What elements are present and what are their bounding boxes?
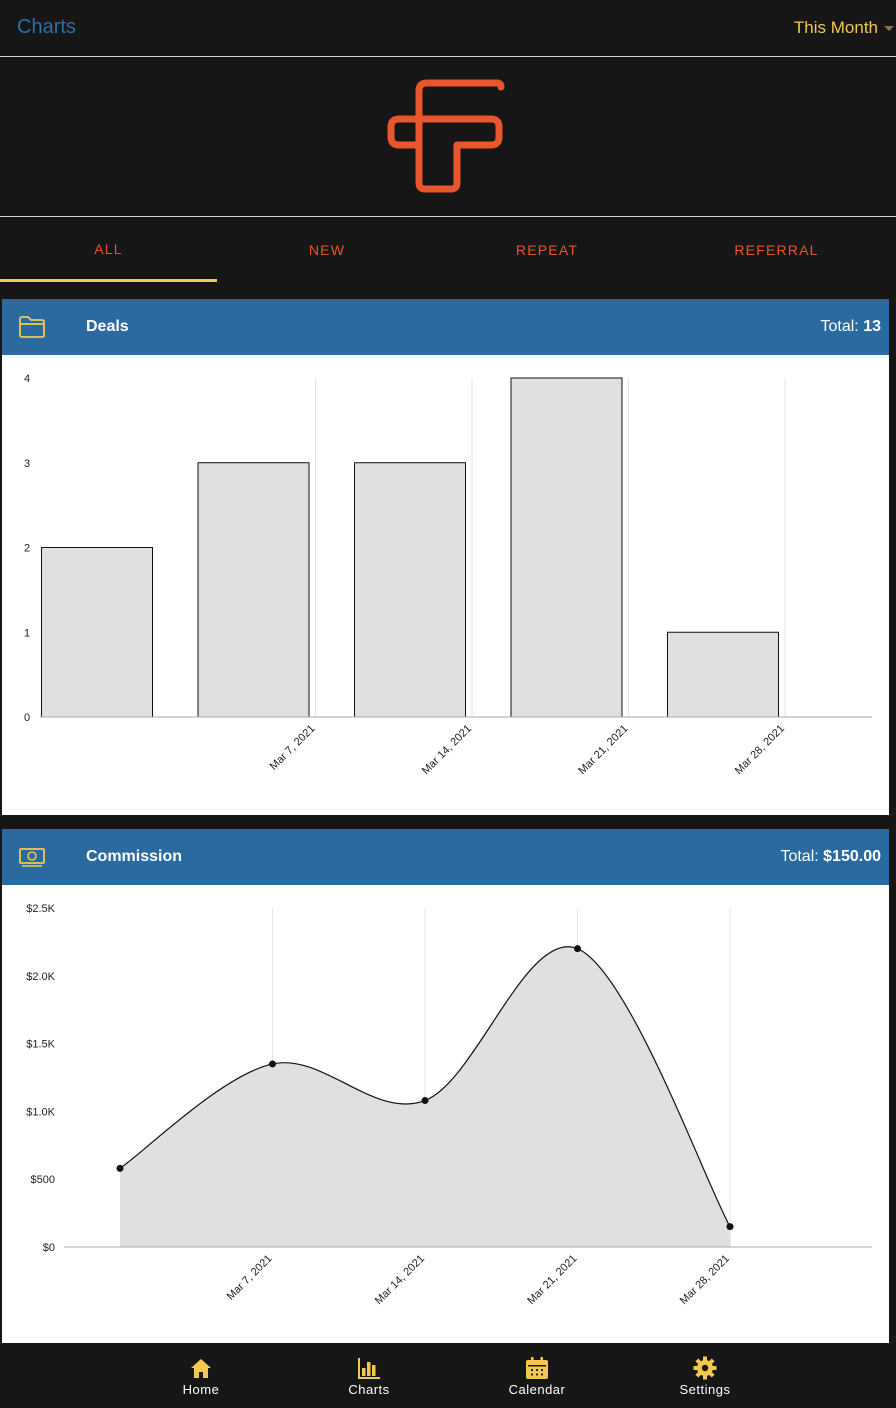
x-tick-label: Mar 28, 2021 bbox=[733, 723, 787, 777]
x-tick-label: Mar 21, 2021 bbox=[525, 1253, 579, 1307]
logo-area bbox=[0, 57, 896, 217]
nav-charts[interactable]: Charts bbox=[309, 1343, 429, 1408]
bottom-nav: Home Charts Calendar Settings bbox=[0, 1343, 896, 1408]
y-tick-label: $0 bbox=[43, 1242, 55, 1254]
commission-total: Total: $150.00 bbox=[780, 848, 881, 866]
folder-icon bbox=[19, 316, 45, 338]
y-tick-label: 1 bbox=[24, 627, 30, 639]
nav-home[interactable]: Home bbox=[141, 1343, 261, 1408]
nav-calendar-label: Calendar bbox=[508, 1382, 566, 1397]
bar-chart-icon bbox=[358, 1358, 380, 1379]
commission-point bbox=[421, 1097, 429, 1105]
brand-logo bbox=[387, 79, 505, 193]
y-tick-label: 2 bbox=[24, 543, 30, 555]
x-tick-label: Mar 7, 2021 bbox=[225, 1253, 275, 1303]
deals-card: Deals Total: 13 0 1 2 3 4 Mar 7, 2021 Mar 14, … bbox=[2, 299, 889, 815]
y-tick-label: $1.5K bbox=[26, 1039, 55, 1051]
commission-total-value: $150.00 bbox=[823, 848, 881, 865]
deals-bar bbox=[510, 377, 623, 718]
commission-total-label: Total: bbox=[780, 848, 819, 865]
nav-home-label: Home bbox=[182, 1382, 220, 1397]
chevron-down-icon bbox=[884, 25, 894, 31]
gear-icon bbox=[693, 1356, 717, 1380]
period-label: This Month bbox=[793, 18, 878, 37]
commission-point bbox=[574, 945, 581, 953]
y-tick-label: $500 bbox=[31, 1174, 55, 1186]
deals-title: Deals bbox=[86, 318, 129, 335]
x-tick-label: Mar 14, 2021 bbox=[373, 1253, 427, 1307]
top-bar: Charts This Month bbox=[0, 0, 896, 57]
deals-bar bbox=[354, 462, 466, 718]
tab-referral[interactable]: REFERRAL bbox=[657, 218, 896, 282]
deals-bar-chart: 0 1 2 3 4 Mar 7, 2021 Mar 14, 2021 Mar 21, 2021… bbox=[24, 373, 872, 777]
x-tick-label: Mar 28, 2021 bbox=[678, 1253, 732, 1307]
commission-area-chart: $0 $500 $1.0K $1.5K $2.0K $2.5K Mar 7, 2021 Mar… bbox=[26, 903, 872, 1307]
deals-total-value: 13 bbox=[863, 318, 881, 335]
commission-point bbox=[116, 1164, 124, 1172]
commission-header: Commission Total: $150.00 bbox=[2, 829, 889, 885]
page-title: Charts bbox=[17, 16, 76, 38]
x-tick-label: Mar 7, 2021 bbox=[268, 723, 318, 773]
y-tick-label: 4 bbox=[24, 373, 30, 385]
deals-total: Total: 13 bbox=[821, 318, 882, 336]
tab-all[interactable]: ALL bbox=[0, 218, 217, 282]
deals-total-label: Total: bbox=[820, 318, 859, 335]
deals-bar bbox=[197, 462, 310, 718]
deals-bar bbox=[41, 547, 153, 718]
nav-calendar[interactable]: Calendar bbox=[477, 1343, 597, 1408]
money-icon bbox=[19, 848, 45, 867]
y-tick-label: $2.5K bbox=[26, 903, 55, 915]
y-tick-label: $1.0K bbox=[26, 1106, 55, 1118]
nav-settings-label: Settings bbox=[679, 1382, 731, 1397]
commission-card: Commission Total: $150.00 $0 $500 $1.0K $1.… bbox=[2, 829, 889, 1343]
y-tick-label: 0 bbox=[24, 712, 30, 724]
period-dropdown[interactable]: This Month bbox=[794, 18, 894, 38]
tab-repeat[interactable]: REPEAT bbox=[437, 218, 657, 282]
segment-tabs: ALL NEW REPEAT REFERRAL bbox=[0, 218, 896, 282]
commission-point bbox=[726, 1223, 734, 1231]
x-tick-label: Mar 14, 2021 bbox=[420, 723, 474, 777]
commission-title: Commission bbox=[86, 848, 183, 865]
home-icon bbox=[191, 1359, 211, 1378]
y-tick-label: $2.0K bbox=[26, 971, 55, 983]
nav-settings[interactable]: Settings bbox=[645, 1343, 765, 1408]
x-tick-label: Mar 21, 2021 bbox=[576, 723, 630, 777]
nav-charts-label: Charts bbox=[348, 1382, 390, 1397]
y-tick-label: 3 bbox=[24, 458, 30, 470]
commission-point bbox=[269, 1060, 276, 1068]
tab-new[interactable]: NEW bbox=[217, 218, 437, 282]
deals-header: Deals Total: 13 bbox=[2, 299, 889, 355]
deals-bar bbox=[667, 631, 779, 718]
calendar-icon bbox=[526, 1357, 548, 1379]
